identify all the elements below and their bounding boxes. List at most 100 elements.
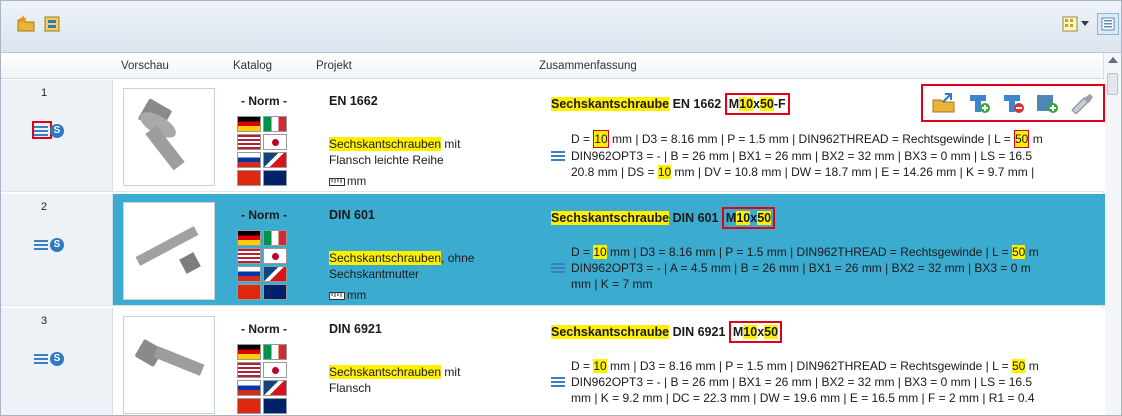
flag-uk-icon (263, 284, 287, 300)
attr-value-highlight: 50 (1012, 359, 1026, 373)
search-s-icon[interactable]: S (50, 238, 64, 252)
summary-title: Sechskantschraube DIN 601 M10x50 (551, 207, 776, 229)
table-row[interactable]: 1 S - Norm - EN 1662 Sechskantschrauben … (1, 80, 1105, 192)
size-l: 50 (764, 325, 779, 339)
search-term-highlight: Sechskantschraube (551, 97, 670, 111)
size-prefix: M (728, 97, 740, 111)
open-in-folder-icon[interactable] (931, 92, 957, 114)
search-term-highlight: Sechskantschraube (551, 325, 670, 339)
attr-text: D = (571, 245, 594, 259)
flag-usa-icon (237, 248, 261, 264)
details-lines-icon[interactable] (34, 354, 48, 364)
attr-text: mm | K = 7 mm (571, 277, 653, 291)
view-grid-icon[interactable] (1059, 13, 1081, 35)
catalog-icon[interactable] (41, 13, 63, 35)
unit-text: mm (347, 290, 367, 302)
size-annotation-box: M10x50 (728, 321, 783, 343)
flag-china-icon (237, 398, 261, 414)
project-description: Sechskantschrauben mit Flansch (329, 364, 529, 396)
size-d: 10 (736, 211, 751, 225)
details-lines-icon[interactable] (34, 126, 48, 136)
summary-norm: DIN 6921 (669, 325, 729, 339)
details-lines-icon[interactable] (551, 263, 565, 273)
part-search-results-window: Vorschau Katalog Projekt Zusammenfassung… (0, 0, 1122, 416)
flange-hex-bolt-image (135, 339, 205, 376)
table-row-selected[interactable]: 2 S - Norm - DIN 601 Sechskantschrauben,… (1, 194, 1105, 306)
flag-germany-icon (237, 116, 261, 132)
flag-uk-icon (263, 398, 287, 414)
details-lines-icon[interactable] (551, 377, 565, 387)
search-term-highlight: Sechskantschrauben (329, 137, 442, 151)
row-number: 1 (41, 87, 48, 99)
dropdown-arrow-icon[interactable] (1079, 13, 1091, 35)
summary-cell: Sechskantschraube DIN 6921 M10x50 D = 10… (541, 308, 1105, 415)
size-suffix: -F (773, 97, 786, 111)
part-preview-image[interactable] (123, 316, 215, 414)
project-title[interactable]: DIN 601 (329, 208, 375, 222)
details-lines-icon[interactable] (34, 240, 48, 250)
vertical-scrollbar[interactable] (1103, 53, 1121, 415)
attr-value-highlight: 50 (1014, 130, 1030, 148)
summary-title: Sechskantschraube EN 1662 M10x50-F (551, 93, 790, 115)
catalog-flags (237, 230, 287, 300)
add-to-assembly-icon[interactable] (966, 92, 992, 114)
attr-value-highlight: 10 (593, 130, 609, 148)
flag-japan-icon (263, 248, 287, 264)
row-gutter: 1 S (1, 80, 113, 191)
flag-italy-icon (263, 230, 287, 246)
unit-text: mm (347, 176, 367, 188)
size-d: 10 (739, 97, 754, 111)
attr-text: D = (571, 359, 594, 373)
part-preview-image[interactable] (123, 202, 215, 300)
attr-text: mm | K = 9.2 mm | DC = 22.3 mm | DW = 19… (571, 391, 1035, 405)
search-similar-icon[interactable] (1069, 92, 1095, 114)
flag-china-icon (237, 284, 261, 300)
row-gutter: 3 S (1, 308, 113, 415)
column-header-vorschau[interactable]: Vorschau (121, 60, 169, 72)
description-text: mit (441, 365, 461, 379)
details-lines-icon[interactable] (551, 151, 565, 161)
attr-text: mm | D3 = 8.16 mm | P = 1.5 mm | DIN962T… (608, 132, 1014, 146)
flag-germany-icon (237, 230, 261, 246)
part-preview-image[interactable] (123, 88, 215, 186)
flag-usa-icon (237, 362, 261, 378)
scroll-up-arrow-icon[interactable] (1108, 57, 1118, 63)
flag-russia-icon (237, 152, 261, 168)
catalog-cell: - Norm - (229, 308, 309, 415)
flag-czech-icon (263, 152, 287, 168)
attr-text: 20.8 mm | DS = (571, 165, 658, 179)
toolbar (1, 1, 1121, 53)
open-folder-star-icon[interactable] (15, 13, 37, 35)
flag-italy-icon (263, 344, 287, 360)
size-d: 10 (743, 325, 758, 339)
search-s-icon[interactable]: S (50, 124, 64, 138)
summary-norm: DIN 601 (669, 211, 722, 225)
export-icon[interactable] (1034, 92, 1060, 114)
scroll-thumb[interactable] (1107, 73, 1118, 95)
summary-cell: Sechskantschraube EN 1662 M10x50-F D = 1… (541, 80, 1105, 191)
size-prefix: M (725, 211, 737, 225)
summary-norm: EN 1662 (669, 97, 725, 111)
project-cell: DIN 6921 Sechskantschrauben mit Flansch (319, 308, 539, 415)
catalog-label: - Norm - (241, 208, 287, 222)
column-header: Vorschau Katalog Projekt Zusammenfassung (1, 53, 1105, 79)
catalog-flags (237, 344, 287, 414)
attr-text: DIN962OPT3 = - | A = 4.5 mm | B = 26 mm … (571, 261, 1031, 275)
column-header-zusammenfassung[interactable]: Zusammenfassung (539, 60, 637, 72)
column-header-projekt[interactable]: Projekt (316, 60, 352, 72)
flag-czech-icon (263, 266, 287, 282)
project-title[interactable]: EN 1662 (329, 94, 378, 108)
flag-russia-icon (237, 380, 261, 396)
details-view-icon[interactable] (1097, 13, 1119, 35)
description-text: mit (441, 137, 461, 151)
summary-attributes: D = 10 mm | D3 = 8.16 mm | P = 1.5 mm | … (551, 358, 1105, 406)
project-title[interactable]: DIN 6921 (329, 322, 382, 336)
search-s-icon[interactable]: S (50, 352, 64, 366)
attr-text: mm | D3 = 8.16 mm | P = 1.5 mm | DIN962T… (606, 245, 1012, 259)
attr-value-highlight: 10 (593, 245, 607, 259)
attr-value-highlight: 50 (1012, 245, 1026, 259)
table-row[interactable]: 3 S - Norm - DIN 6921 Sechskantschrauben… (1, 308, 1105, 415)
attr-text: mm | DV = 10.8 mm | DW = 18.7 mm | E = 1… (671, 165, 1035, 179)
replace-part-icon[interactable] (1000, 92, 1026, 114)
column-header-katalog[interactable]: Katalog (233, 60, 272, 72)
